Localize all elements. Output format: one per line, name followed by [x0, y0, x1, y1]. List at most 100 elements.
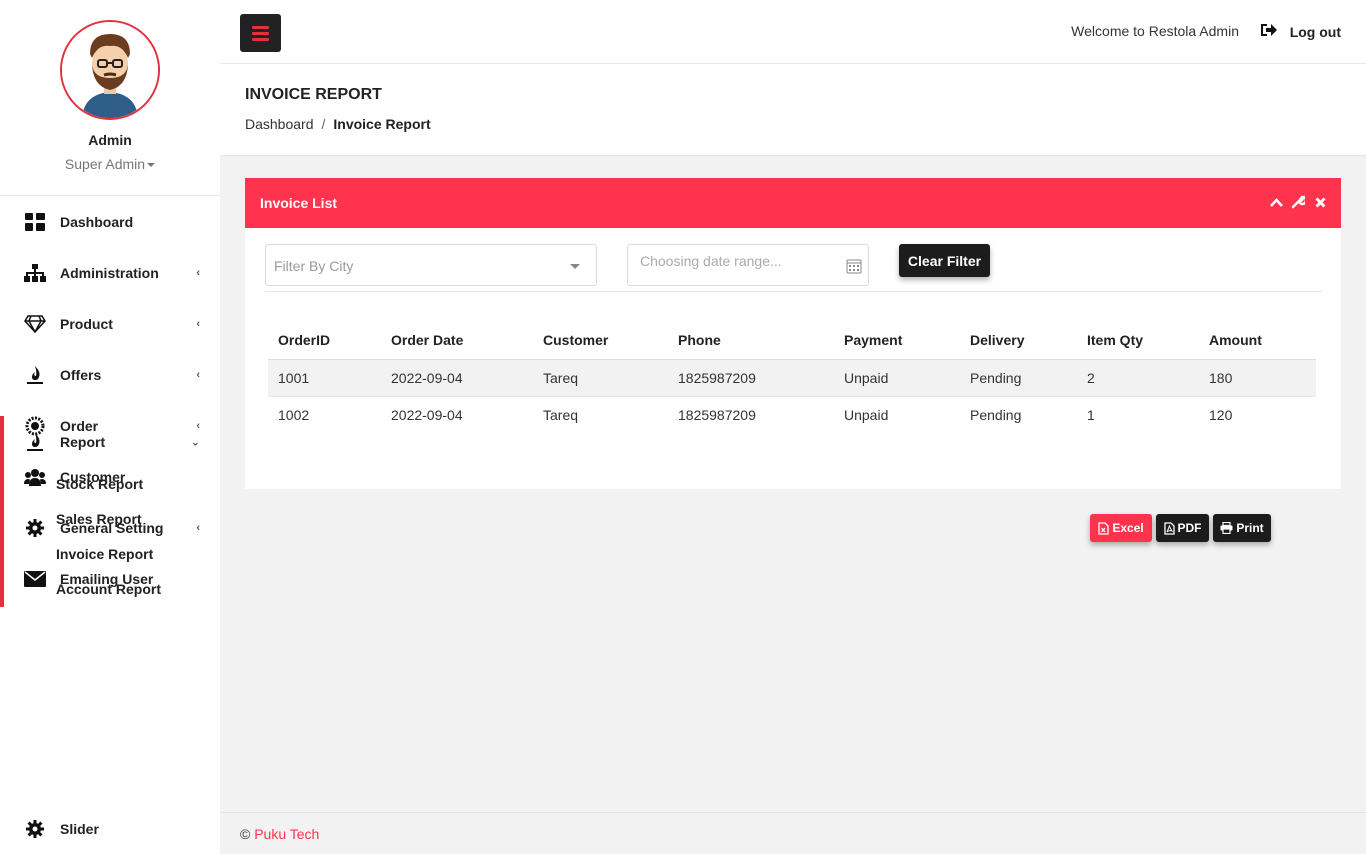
submenu-item-account-report[interactable]: Account Report [4, 572, 220, 607]
export-print-button[interactable]: Print [1213, 514, 1271, 542]
avatar-illustration [62, 22, 158, 118]
close-icon[interactable] [1313, 195, 1327, 209]
submenu-item-stock-report[interactable]: Stock Report [4, 467, 220, 502]
column-header[interactable]: Phone [668, 322, 834, 360]
diamond-icon [24, 314, 46, 334]
page-header: INVOICE REPORT Dashboard / Invoice Report [220, 64, 1366, 156]
export-pdf-label: PDF [1177, 521, 1202, 535]
sitemap-icon [24, 263, 46, 283]
sidebar-item-offers[interactable]: Offers ‹ [0, 349, 220, 400]
sidebar-item-label: Administration [60, 264, 159, 281]
table-row[interactable]: 1002 2022-09-04 Tareq 1825987209 Unpaid … [268, 396, 1316, 433]
column-header[interactable]: Item Qty [1077, 322, 1199, 360]
fire-icon [24, 432, 46, 452]
print-icon [1220, 522, 1233, 534]
footer: © Puku Tech [220, 812, 1366, 854]
wrench-icon[interactable] [1291, 195, 1305, 209]
table-row[interactable]: 1001 2022-09-04 Tareq 1825987209 Unpaid … [268, 359, 1316, 397]
sidebar-item-dashboard[interactable]: Dashboard [0, 196, 220, 247]
panel-tools [1269, 195, 1327, 209]
cell-customer: Tareq [543, 406, 579, 423]
profile-role: Super Admin [64, 156, 146, 172]
cell-item-qty: 2 [1077, 359, 1199, 397]
cell-amount: 120 [1209, 406, 1233, 423]
sidebar-item-report[interactable]: Report ⌄ [4, 416, 220, 467]
breadcrumb-separator: / [321, 116, 326, 132]
cell-item-qty: 1 [1087, 406, 1095, 423]
hamburger-icon-bar [252, 25, 269, 29]
column-header[interactable]: Customer [533, 322, 668, 360]
cell-order-date: 2022-09-04 [381, 359, 533, 397]
breadcrumb: Dashboard / Invoice Report [245, 116, 431, 132]
logout-link[interactable]: Log out [1290, 24, 1341, 40]
cell-order-id: 1001 [268, 359, 381, 397]
column-header[interactable]: Amount [1199, 322, 1316, 360]
chevron-left-icon: ‹ [196, 368, 200, 381]
fire-icon [24, 365, 46, 385]
clear-filter-button[interactable]: Clear Filter [899, 244, 990, 277]
dashboard-icon [24, 212, 46, 232]
sidebar: Admin Super Admin Dashboard Administrati… [0, 0, 220, 854]
cell-order-date: 2022-09-04 [391, 406, 463, 423]
breadcrumb-current: Invoice Report [333, 116, 431, 132]
collapse-icon[interactable] [1269, 195, 1283, 209]
export-excel-button[interactable]: Excel [1090, 514, 1152, 542]
sidebar-item-label: Dashboard [60, 213, 134, 230]
cell-amount: 180 [1199, 359, 1316, 397]
submenu-item-sales-report[interactable]: Sales Report [4, 502, 220, 537]
sidebar-item-administration[interactable]: Administration ‹ [0, 247, 220, 298]
cell-payment: Unpaid [834, 359, 960, 397]
page-title: INVOICE REPORT [245, 86, 382, 103]
city-filter-select[interactable]: Filter By City [265, 244, 597, 286]
profile-role-dropdown[interactable]: Super Admin [0, 156, 220, 172]
sign-out-icon[interactable] [1260, 22, 1278, 38]
export-pdf-button[interactable]: PDF [1156, 514, 1209, 542]
submenu-item-invoice-report[interactable]: Invoice Report [4, 537, 220, 572]
cell-payment: Unpaid [844, 406, 889, 423]
breadcrumb-home[interactable]: Dashboard [245, 116, 314, 132]
sidebar-item-slider[interactable]: Slider [0, 803, 220, 854]
column-header[interactable]: Delivery [960, 322, 1077, 360]
cell-customer: Tareq [533, 359, 668, 397]
hamburger-icon-bar [252, 31, 269, 35]
sidebar-report-section: Report ⌄ Stock Report Sales Report Invoi… [0, 416, 220, 607]
panel-header: Invoice List [245, 178, 1341, 228]
chevron-left-icon: ‹ [196, 317, 200, 330]
gear-icon [24, 819, 46, 839]
filter-bar: Filter By City Choosing date range... Cl… [265, 244, 1322, 292]
column-header[interactable]: OrderID [268, 322, 381, 360]
sidebar-item-label: Report [60, 433, 106, 450]
sidebar-item-product[interactable]: Product ‹ [0, 298, 220, 349]
date-range-placeholder: Choosing date range... [640, 253, 782, 269]
calendar-icon [846, 259, 862, 274]
column-header[interactable]: Payment [834, 322, 960, 360]
cell-phone: 1825987209 [668, 359, 834, 397]
invoice-panel: Invoice List Filter By City Choosing dat… [245, 178, 1341, 489]
panel-title: Invoice List [260, 195, 338, 211]
welcome-text: Welcome to Restola Admin [1071, 23, 1239, 39]
sidebar-item-label: Offers [60, 366, 102, 383]
report-submenu: Stock Report Sales Report Invoice Report… [4, 467, 220, 607]
cell-delivery: Pending [970, 406, 1022, 423]
caret-down-icon [147, 163, 156, 168]
cell-order-id: 1002 [278, 406, 310, 423]
column-header[interactable]: Order Date [381, 322, 533, 360]
sidebar-item-label: Product [60, 315, 113, 332]
caret-down-icon [570, 264, 580, 269]
city-filter-placeholder: Filter By City [274, 258, 354, 274]
avatar[interactable] [60, 20, 160, 120]
export-excel-label: Excel [1112, 521, 1144, 535]
menu-toggle-button[interactable] [240, 14, 281, 52]
chevron-down-icon: ⌄ [190, 436, 200, 448]
table-header-row: OrderID Order Date Customer Phone Paymen… [268, 322, 1316, 360]
chevron-left-icon: ‹ [196, 266, 200, 279]
profile-card: Admin Super Admin [0, 0, 220, 196]
hamburger-icon-bar [252, 37, 269, 41]
date-range-input[interactable]: Choosing date range... [627, 244, 869, 286]
file-pdf-icon [1163, 521, 1175, 535]
profile-name: Admin [88, 132, 132, 148]
file-excel-icon [1098, 521, 1109, 535]
footer-brand-link[interactable]: Puku Tech [254, 826, 319, 842]
topbar: Welcome to Restola Admin Log out [220, 0, 1366, 64]
export-print-label: Print [1236, 521, 1264, 535]
